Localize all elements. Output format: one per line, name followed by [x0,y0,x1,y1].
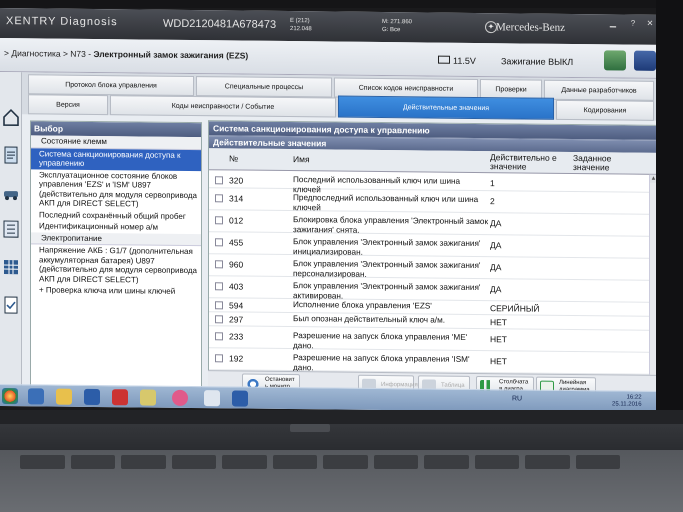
values-panel: Система санкционирования доступа к управ… [208,120,658,397]
column-target-value: Заданное значение [573,153,612,173]
clipboard-icon[interactable] [2,144,20,166]
list-item-battery-voltage[interactable]: Напряжение АКБ : G1/7 (дополнительная ак… [31,244,201,286]
tab-developer-data[interactable]: Данные разработчиков [544,79,654,101]
row-number: 960 [229,259,244,270]
selection-panel: Выбор Состояние клемм Система санкционир… [30,120,202,393]
laptop-logo [290,424,330,432]
vin-label: WDD2120481A678473 [163,17,277,31]
system-clock[interactable]: 16:22 25.11.2016 [612,394,642,408]
row-number: 455 [229,237,244,248]
row-actual-value: НЕТ [490,356,507,367]
tab-bar: Протокол блока управления Специальные пр… [22,72,658,121]
battery-voltage: 11.5V [453,55,476,66]
ignition-status: Зажигание ВЫКЛ [501,56,574,68]
row-actual-value: 2 [490,196,495,207]
document-check-icon[interactable] [2,294,20,316]
row-actual-value: ДА [490,218,502,229]
row-checkbox[interactable] [215,301,223,310]
brand-title: XENTRY Diagnosis [6,15,118,29]
row-checkbox[interactable] [215,260,223,269]
laptop-bezel-top [0,0,683,8]
tab-fault-codes-events[interactable]: Коды неисправности / Событие [110,95,336,118]
breadcrumb[interactable]: > Диагностика > N73 - Электронный замок … [4,48,248,61]
taskbar-app-icon[interactable] [28,388,44,405]
odometer-label: M: 271.860 [382,19,413,26]
row-checkbox[interactable] [215,176,223,185]
laptop-bezel-right [656,0,683,420]
row-actual-value: ДА [490,284,502,295]
minimize-icon[interactable]: ▁ [608,18,618,27]
row-number: 314 [229,193,244,204]
car-icon[interactable] [2,182,20,204]
variant-label: G: Все [382,27,401,34]
list-icon[interactable] [2,218,20,240]
column-actual-value: Действительно е значение [490,152,557,172]
tab-coding[interactable]: Кодирования [556,99,654,121]
row-actual-value: ДА [490,240,502,251]
row-number: 594 [229,300,244,311]
list-item-operating-state[interactable]: Эксплуатационное состояние блоков управл… [31,169,201,211]
grid-icon[interactable] [2,256,20,278]
column-number: № [229,153,239,164]
row-actual-value: НЕТ [490,317,507,328]
language-indicator[interactable]: RU [512,395,522,402]
row-name: Был опознан действительный ключ а/м. [293,314,445,325]
model-code: E (212) [290,18,310,25]
row-number: 012 [229,215,244,226]
help-icon[interactable]: ? [628,19,638,28]
table-body: 320 Последний использованный ключ или шин… [209,170,657,375]
row-checkbox[interactable] [215,315,223,324]
close-icon[interactable]: ✕ [645,19,655,28]
row-actual-value: СЕРИЙНЫЙ [490,303,540,314]
make-label: Mercedes-Benz [496,21,566,34]
row-checkbox[interactable] [215,216,223,225]
xentry-icon[interactable] [84,388,100,406]
home-icon[interactable] [2,106,20,128]
tab-control-unit-log[interactable]: Протокол блока управления [28,74,194,97]
laptop-hinge [0,410,683,424]
row-number: 403 [229,281,244,292]
row-number: 233 [229,331,244,342]
row-name: Исполнение блока управления 'EZS' [293,300,432,311]
row-checkbox[interactable] [215,194,223,203]
battery-icon [438,55,450,64]
folder-icon[interactable] [56,388,72,405]
book-icon[interactable] [634,50,656,71]
left-toolbar [0,72,22,393]
row-checkbox[interactable] [215,354,223,363]
column-name: Имя [293,154,310,165]
tab-special-processes[interactable]: Специальные процессы [196,76,332,98]
screen: XENTRY Diagnosis WDD2120481A678473 E (21… [0,8,658,413]
row-checkbox[interactable] [215,332,223,341]
keyboard-keys [20,455,620,469]
row-actual-value: ДА [490,262,502,273]
row-number: 192 [229,353,244,364]
printer-icon[interactable] [604,50,626,71]
explorer-icon[interactable] [204,390,220,407]
model-number: 212.048 [290,26,312,33]
row-actual-value: НЕТ [490,334,507,345]
edit-icon[interactable] [140,389,156,406]
list-item-access-authorization[interactable]: Система санкционирования доступа к управ… [31,147,201,171]
selection-title: Выбор [31,121,201,138]
list-item-key-check[interactable]: Проверка ключа или шины ключей [31,284,201,297]
browser-icon[interactable] [172,389,188,406]
tab-version[interactable]: Версия [28,94,108,116]
row-number: 297 [229,314,244,325]
tab-actual-values[interactable]: Действительные значения [338,95,554,120]
row-number: 320 [229,175,244,186]
row-checkbox[interactable] [215,238,223,247]
xentry-window-icon[interactable] [232,390,248,407]
start-button-icon[interactable] [2,388,18,405]
row-checkbox[interactable] [215,282,223,291]
car-app-icon[interactable] [112,389,128,406]
row-actual-value: 1 [490,178,495,189]
